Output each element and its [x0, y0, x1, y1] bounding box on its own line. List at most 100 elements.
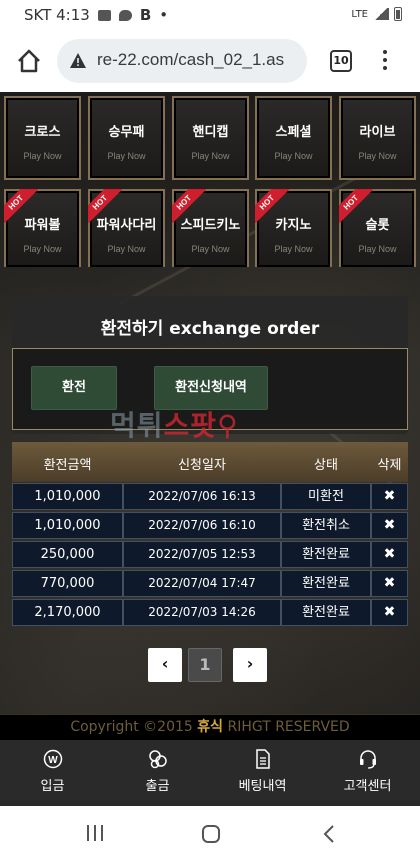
game-tile[interactable]: 핸디캡 Play Now — [172, 96, 249, 180]
delete-icon[interactable]: ✖ — [371, 483, 408, 510]
exchange-button[interactable]: 환전 — [31, 366, 117, 410]
home-icon[interactable] — [16, 48, 42, 74]
game-tile[interactable]: HOT 카지노 Play Now — [255, 189, 332, 267]
page-1-button[interactable]: 1 — [188, 648, 222, 682]
cell-amount: 2,170,000 — [12, 599, 123, 626]
tab-switcher-button[interactable]: 10 — [330, 50, 352, 72]
cell-status: 미환전 — [281, 483, 371, 510]
address-bar[interactable]: re-22.com/cash_02_1.as — [57, 39, 307, 83]
cell-date: 2022/07/03 14:26 — [123, 599, 281, 626]
play-now-label: Play Now — [107, 244, 146, 254]
network-type: LTE — [351, 8, 368, 20]
play-now-label: Play Now — [274, 151, 313, 161]
game-tile[interactable]: 라이브 Play Now — [339, 96, 416, 180]
page-content: 크로스 Play Now 승무패 Play Now 핸디캡 Play Now 스페셜 Play… — [0, 92, 420, 740]
cell-status: 환전완료 — [281, 570, 371, 597]
header-amount: 환전금액 — [43, 458, 92, 473]
play-now-label: Play Now — [358, 151, 397, 161]
game-name: 스페셜 — [275, 125, 312, 140]
nav-customer-center-label: 고객센터 — [343, 779, 392, 794]
browser-toolbar: re-22.com/cash_02_1.as 10 — [0, 30, 420, 92]
nav-customer-center[interactable]: 고객센터 — [315, 740, 420, 806]
gallery-notification-icon — [97, 9, 111, 21]
nav-bet-history-label: 베팅내역 — [238, 779, 287, 794]
game-name: 파워사다리 — [96, 218, 157, 233]
b-app-notification-icon: B — [139, 6, 152, 24]
url-text[interactable]: re-22.com/cash_02_1.as — [97, 50, 297, 70]
play-now-label: Play Now — [191, 151, 230, 161]
cell-amount: 1,010,000 — [12, 512, 123, 539]
battery-icon — [394, 7, 402, 21]
header-status: 상태 — [314, 458, 338, 473]
carrier-time: SKT 4:13 — [24, 6, 90, 24]
header-date: 신청일자 — [178, 458, 226, 473]
game-name: 파워볼 — [24, 218, 61, 233]
delete-icon[interactable]: ✖ — [371, 599, 408, 626]
next-page-button[interactable]: › — [233, 648, 267, 682]
cell-date: 2022/07/04 17:47 — [123, 570, 281, 597]
nav-withdraw[interactable]: 출금 — [105, 740, 210, 806]
table-header: 환전금액 신청일자 상태 삭제 — [12, 442, 408, 482]
nav-bet-history[interactable]: 베팅내역 — [210, 740, 315, 806]
game-name: 슬롯 — [365, 218, 390, 233]
table-row: 2,170,000 2022/07/03 14:26 환전완료 ✖ — [12, 598, 408, 627]
game-tile[interactable]: 스페셜 Play Now — [255, 96, 332, 180]
cell-date: 2022/07/06 16:13 — [123, 483, 281, 510]
play-now-label: Play Now — [191, 244, 230, 254]
game-tile[interactable]: HOT 스피드키노 Play Now — [172, 189, 249, 267]
nav-deposit-label: 입금 — [40, 779, 65, 794]
home-button-icon[interactable] — [201, 824, 221, 844]
header-delete: 삭제 — [377, 458, 402, 473]
deposit-coin-icon: W — [43, 749, 63, 769]
more-menu-icon[interactable] — [382, 50, 388, 72]
back-icon[interactable] — [322, 824, 336, 844]
bottom-navigation: W 입금 출금 베팅내역 고객센터 — [0, 740, 420, 806]
game-name: 승무패 — [108, 125, 145, 140]
document-list-icon — [256, 749, 270, 769]
game-name: 라이브 — [359, 125, 396, 140]
table-row: 250,000 2022/07/05 12:53 환전완료 ✖ — [12, 540, 408, 569]
copyright-footer: Copyright ©2015 휴식 RIHGT RESERVED — [0, 714, 420, 740]
table-row: 770,000 2022/07/04 17:47 환전완료 ✖ — [12, 569, 408, 598]
table-row: 1,010,000 2022/07/06 16:10 환전취소 ✖ — [12, 511, 408, 540]
withdraw-coins-icon — [149, 750, 167, 769]
game-name: 카지노 — [275, 218, 312, 233]
prev-page-button[interactable]: ‹ — [148, 648, 182, 682]
system-navigation-bar — [0, 806, 420, 863]
play-now-label: Play Now — [23, 151, 62, 161]
cell-status: 환전완료 — [281, 541, 371, 568]
exchange-title: 환전하기 exchange order — [100, 319, 320, 339]
status-bar: SKT 4:13 B • LTE — [0, 0, 420, 30]
game-tile[interactable]: HOT 파워볼 Play Now — [4, 189, 81, 267]
watermark-logo: 먹튀스팟⚲ — [110, 409, 239, 442]
game-name: 스피드키노 — [180, 218, 241, 233]
warning-icon[interactable] — [69, 52, 87, 70]
play-now-label: Play Now — [107, 151, 146, 161]
game-tile[interactable]: 크로스 Play Now — [4, 96, 81, 180]
delete-icon[interactable]: ✖ — [371, 541, 408, 568]
play-now-label: Play Now — [23, 244, 62, 254]
more-notifications-dot-icon: • — [159, 6, 169, 24]
cell-date: 2022/07/06 16:10 — [123, 512, 281, 539]
svg-text:W: W — [48, 755, 58, 766]
cell-amount: 770,000 — [12, 570, 123, 597]
delete-icon[interactable]: ✖ — [371, 570, 408, 597]
cell-status: 환전완료 — [281, 599, 371, 626]
delete-icon[interactable]: ✖ — [371, 512, 408, 539]
cell-status: 환전취소 — [281, 512, 371, 539]
game-tile[interactable]: 승무패 Play Now — [88, 96, 165, 180]
play-now-label: Play Now — [358, 244, 397, 254]
game-name: 핸디캡 — [192, 125, 229, 140]
recent-apps-icon[interactable] — [86, 824, 104, 842]
game-tile[interactable]: HOT 파워사다리 Play Now — [88, 189, 165, 267]
signal-icon — [373, 8, 389, 20]
game-name: 크로스 — [24, 125, 61, 140]
nav-deposit[interactable]: W 입금 — [0, 740, 105, 806]
cell-date: 2022/07/05 12:53 — [123, 541, 281, 568]
headset-icon — [360, 750, 376, 769]
cell-amount: 250,000 — [12, 541, 123, 568]
game-tile[interactable]: HOT 슬롯 Play Now — [339, 189, 416, 267]
cell-amount: 1,010,000 — [12, 483, 123, 510]
exchange-history-table: 환전금액 신청일자 상태 삭제 1,010,000 2022/07/06 16:1… — [12, 442, 408, 627]
table-row: 1,010,000 2022/07/06 16:13 미환전 ✖ — [12, 482, 408, 511]
